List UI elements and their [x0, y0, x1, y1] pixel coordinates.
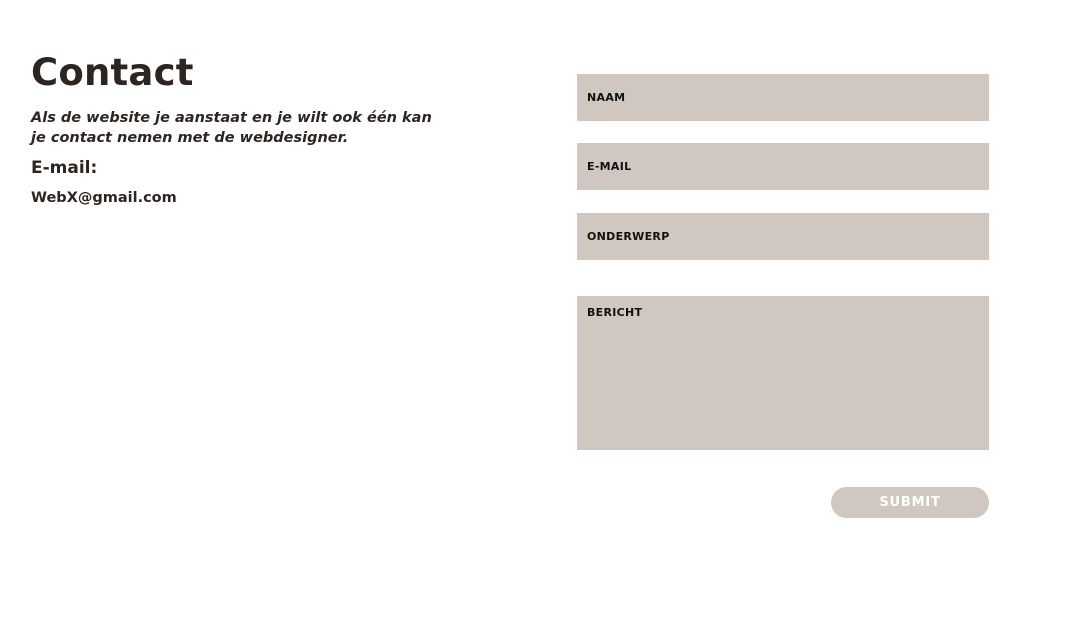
- email-field[interactable]: E-MAIL: [577, 143, 989, 190]
- submit-button[interactable]: SUBMIT: [831, 487, 989, 518]
- message-textarea[interactable]: BERICHT: [577, 296, 989, 450]
- subject-field[interactable]: ONDERWERP: [577, 213, 989, 260]
- subject-field-label: ONDERWERP: [587, 230, 670, 243]
- name-field-label: NAAM: [587, 91, 626, 104]
- intro-text: Als de website je aanstaat en je wilt oo…: [31, 110, 432, 146]
- contact-info-section: Contact Als de website je aanstaat en je…: [31, 50, 461, 208]
- email-address: WebX@gmail.com: [31, 190, 177, 206]
- email-field-label: E-MAIL: [587, 160, 632, 173]
- page-title: Contact: [31, 51, 194, 94]
- name-field[interactable]: NAAM: [577, 74, 989, 121]
- message-field-label: BERICHT: [587, 306, 643, 319]
- email-heading: E-mail:: [31, 158, 98, 178]
